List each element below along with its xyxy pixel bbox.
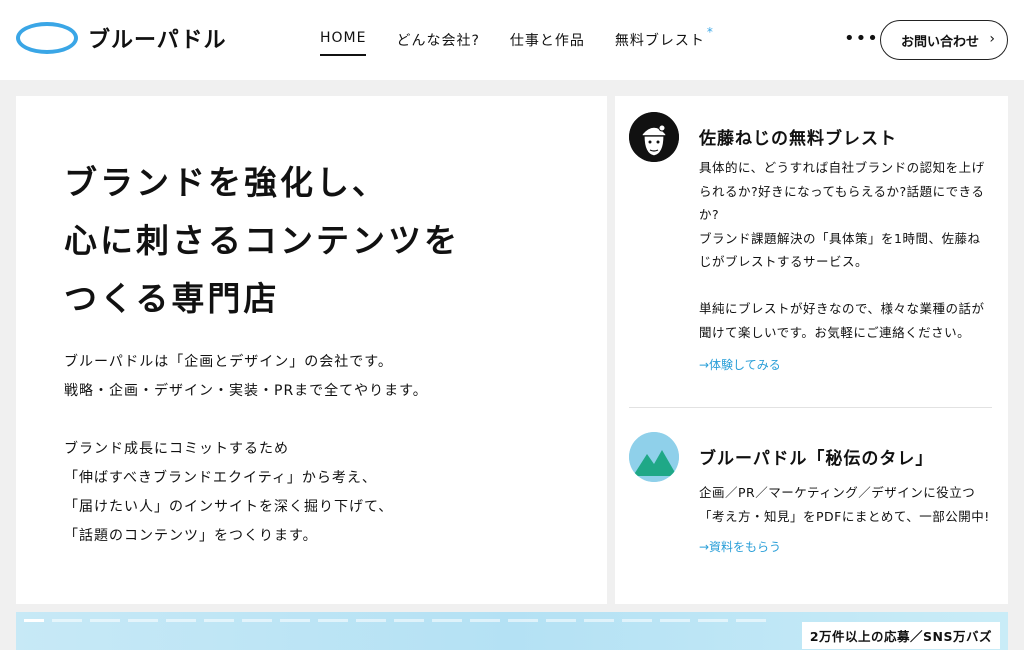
- nav-about[interactable]: どんな会社?: [396, 30, 479, 56]
- side-card: 佐藤ねじの無料ブレスト 具体的に、どうすれば自社ブランドの認知を上げ られるか?…: [615, 96, 1008, 604]
- hero-body-line: ブルーパドルは「企画とデザイン」の会社です。: [64, 354, 393, 370]
- hero-description: ブルーパドルは「企画とデザイン」の会社です。 戦略・企画・デザイン・実装・PRま…: [64, 348, 428, 551]
- carousel-dot[interactable]: [52, 619, 82, 622]
- person-avatar-icon: [629, 112, 679, 162]
- carousel-dot[interactable]: [660, 619, 690, 622]
- chevron-right-icon: ›: [989, 31, 995, 47]
- hero-title-line: つくる専門店: [64, 279, 280, 318]
- logo-text: ブルーパドル: [88, 28, 227, 53]
- carousel-dot[interactable]: [242, 619, 272, 622]
- get-document-link[interactable]: →資料をもらう: [699, 538, 781, 555]
- hero-body-line: ブランド成長にコミットするため: [64, 441, 289, 457]
- carousel-dot[interactable]: [24, 619, 44, 622]
- logo-ring-icon: [16, 22, 78, 54]
- carousel-dot[interactable]: [90, 619, 120, 622]
- hero-card: ブランドを強化し、 心に刺さるコンテンツを つくる専門店 ブルーパドルは「企画と…: [16, 96, 607, 604]
- brainstorm-desc-line: られるか?好きになってもらえるか?話題にできる: [699, 183, 985, 199]
- carousel-dot[interactable]: [736, 619, 766, 622]
- carousel-dot[interactable]: [204, 619, 234, 622]
- carousel-dot[interactable]: [318, 619, 348, 622]
- contact-button[interactable]: お問い合わせ ›: [880, 20, 1008, 60]
- site-header: ブルーパドル HOME どんな会社? 仕事と作品 無料ブレスト * ••• お問…: [0, 0, 1024, 80]
- brainstorm-desc-line: か?: [699, 207, 720, 222]
- brainstorm-desc-line: 聞けて楽しいです。お気軽にご連絡ください。: [699, 324, 971, 340]
- more-menu-button[interactable]: •••: [844, 28, 879, 49]
- contact-button-label: お問い合わせ: [901, 34, 980, 50]
- hero-body-line: 「話題のコンテンツ」をつくります。: [64, 528, 318, 544]
- brainstorm-desc-line: じがブレストするサービス。: [699, 254, 869, 269]
- featured-carousel[interactable]: 2万件以上の応募／SNS万バズ: [16, 612, 1008, 650]
- logo[interactable]: ブルーパドル: [16, 22, 226, 54]
- carousel-indicators: [24, 619, 774, 622]
- carousel-dot[interactable]: [508, 619, 538, 622]
- hero-body-line: 「届けたい人」のインサイトを深く掘り下げて、: [64, 499, 394, 515]
- secret-desc-line: 企画／PR／マーケティング／デザインに役立つ: [699, 485, 976, 500]
- carousel-dot[interactable]: [394, 619, 424, 622]
- carousel-dot[interactable]: [622, 619, 652, 622]
- brainstorm-description: 具体的に、どうすれば自社ブランドの認知を上げ られるか?好きになってもらえるか?…: [699, 156, 999, 344]
- secret-desc-line: 「考え方・知見」をPDFにまとめて、一部公開中!: [699, 508, 990, 524]
- carousel-dot[interactable]: [470, 619, 500, 622]
- secret-sauce-title: ブルーパドル「秘伝のタレ」: [699, 449, 934, 469]
- carousel-dot[interactable]: [128, 619, 158, 622]
- carousel-dot[interactable]: [546, 619, 576, 622]
- brainstorm-desc-line: 具体的に、どうすれば自社ブランドの認知を上げ: [699, 160, 985, 175]
- nav-home[interactable]: HOME: [320, 30, 367, 56]
- nav-brainstorm-label: 無料ブレスト: [614, 33, 705, 49]
- brainstorm-desc-line: ブランド課題解決の「具体策」を1時間、佐藤ね: [699, 230, 981, 246]
- secret-sauce-description: 企画／PR／マーケティング／デザインに役立つ 「考え方・知見」をPDFにまとめて…: [699, 481, 999, 528]
- hero-title: ブランドを強化し、 心に刺さるコンテンツを つくる専門店: [64, 154, 460, 328]
- carousel-caption: 2万件以上の応募／SNS万バズ: [801, 622, 1000, 649]
- main-nav: HOME どんな会社? 仕事と作品 無料ブレスト *: [320, 25, 735, 56]
- carousel-dot[interactable]: [280, 619, 310, 622]
- hero-body-line: 「伸ばすべきブランドエクイティ」から考え、: [64, 470, 377, 486]
- try-brainstorm-link[interactable]: →体験してみる: [699, 356, 781, 373]
- hero-title-line: ブランドを強化し、: [64, 163, 388, 202]
- mountain-icon: [629, 432, 679, 482]
- nav-works[interactable]: 仕事と作品: [510, 30, 585, 56]
- hero-body-line: 戦略・企画・デザイン・実装・PRまで全てやります。: [64, 383, 428, 399]
- carousel-dot[interactable]: [584, 619, 614, 622]
- brainstorm-desc-line: 単純にブレストが好きなので、様々な業種の話が: [699, 301, 985, 316]
- nav-brainstorm[interactable]: 無料ブレスト *: [614, 25, 713, 56]
- carousel-dot[interactable]: [432, 619, 462, 622]
- brainstorm-title: 佐藤ねじの無料ブレスト: [699, 129, 897, 149]
- carousel-dot[interactable]: [166, 619, 196, 622]
- nav-star-mark: *: [706, 25, 714, 39]
- divider: [629, 407, 992, 408]
- hero-title-line: 心に刺さるコンテンツを: [64, 221, 460, 260]
- carousel-dot[interactable]: [356, 619, 386, 622]
- carousel-dot[interactable]: [698, 619, 728, 622]
